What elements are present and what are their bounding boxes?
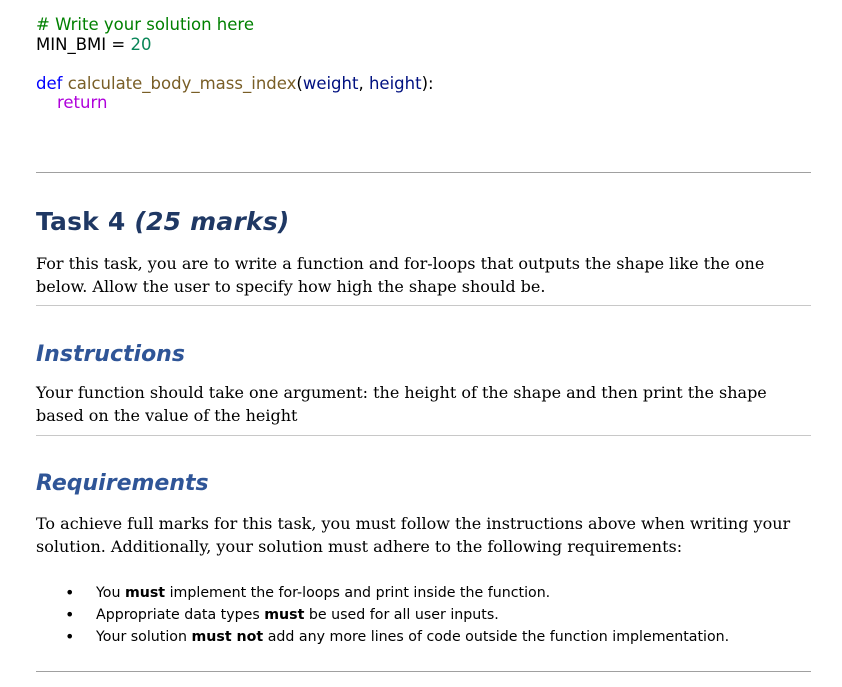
paren-close: ): bbox=[421, 73, 434, 93]
divider-instructions bbox=[36, 435, 811, 436]
param-height: height bbox=[368, 73, 422, 93]
requirements-list: • You must implement the for-loops and pr… bbox=[36, 582, 729, 648]
code-comment: # Write your solution here bbox=[36, 15, 254, 34]
instructions-text: Your function should take one argument: … bbox=[36, 383, 767, 425]
section-divider-bottom bbox=[36, 671, 811, 672]
list-item: • Your solution must not add any more lin… bbox=[36, 626, 729, 648]
list-item-emphasis: must bbox=[124, 585, 166, 601]
list-item-text: Appropriate data types bbox=[96, 607, 265, 623]
list-item-text: add any more lines of code outside the f… bbox=[263, 629, 730, 645]
code-cell[interactable]: # Write your solution here MIN_BMI = 20 de… bbox=[36, 0, 811, 113]
constant-value: 20 bbox=[130, 34, 152, 54]
task-heading: Task 4 (25 marks) bbox=[36, 207, 290, 236]
code-line-return: return bbox=[36, 93, 811, 113]
bullet-icon: • bbox=[65, 605, 75, 624]
list-item-text: implement the for-loops and print inside… bbox=[165, 585, 551, 601]
list-item-text: Your solution bbox=[96, 629, 192, 645]
requirements-heading: Requirements bbox=[36, 471, 209, 496]
task-description: For this task, you are to write a functi… bbox=[36, 254, 765, 296]
code-line-constant: MIN_BMI = 20 bbox=[36, 35, 811, 55]
task-marks: (25 marks) bbox=[134, 207, 290, 236]
instructions-heading: Instructions bbox=[36, 342, 185, 367]
divider-task bbox=[36, 305, 811, 306]
list-item-text: You bbox=[96, 585, 125, 601]
return-keyword: return bbox=[56, 93, 108, 112]
list-item: • Appropriate data types must be used for… bbox=[36, 604, 729, 626]
list-item-emphasis: must bbox=[264, 607, 305, 623]
code-line-comment: # Write your solution here bbox=[36, 15, 811, 35]
function-name: calculate_body_mass_index bbox=[67, 73, 297, 93]
constant-name: MIN_BMI bbox=[36, 34, 107, 54]
requirements-text: To achieve full marks for this task, you… bbox=[36, 514, 791, 556]
param-weight: weight bbox=[302, 73, 359, 93]
param-comma: , bbox=[358, 73, 369, 93]
section-divider-top bbox=[36, 172, 811, 173]
code-line-def: def calculate_body_mass_index(weight, he… bbox=[36, 74, 811, 94]
bullet-icon: • bbox=[65, 583, 75, 602]
def-keyword: def bbox=[36, 73, 63, 93]
notebook-page: # Write your solution here MIN_BMI = 20 de… bbox=[36, 0, 811, 672]
list-item: • You must implement the for-loops and pr… bbox=[36, 582, 729, 604]
list-item-emphasis: must not bbox=[191, 629, 264, 645]
task-title: Task 4 bbox=[36, 207, 135, 236]
list-item-text: be used for all user inputs. bbox=[304, 607, 499, 623]
bullet-icon: • bbox=[65, 627, 75, 646]
assign-operator: = bbox=[106, 34, 131, 54]
